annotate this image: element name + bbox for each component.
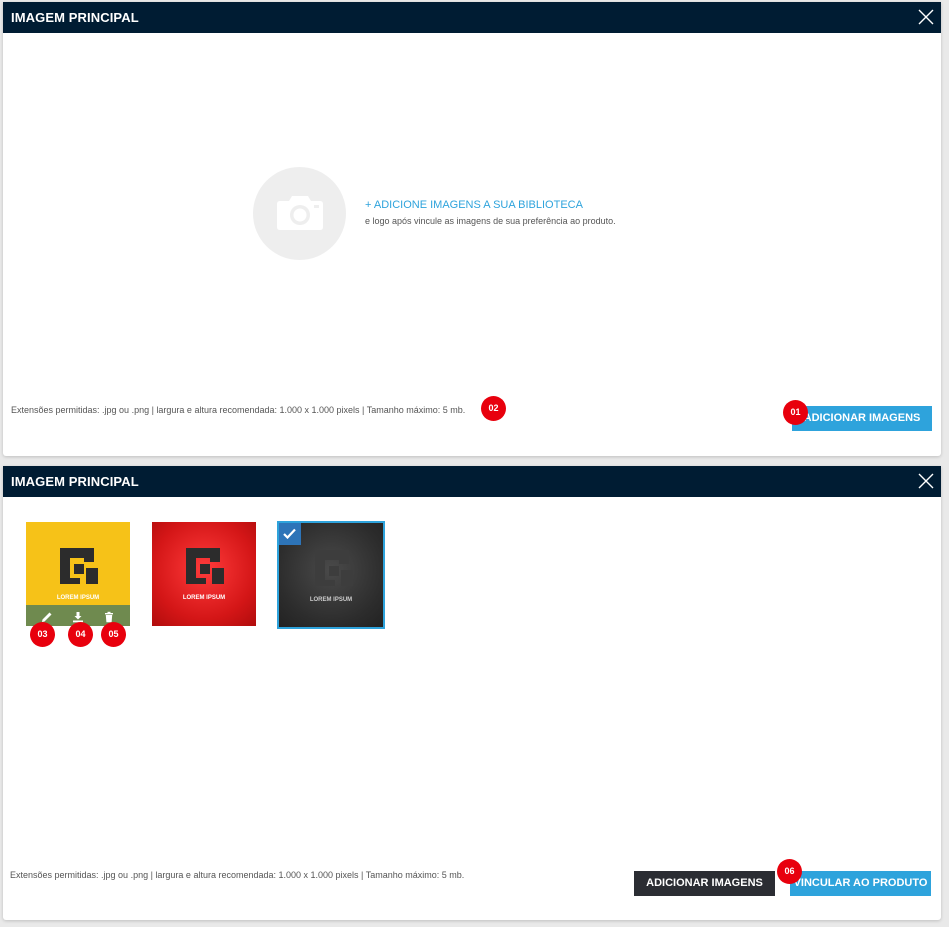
empty-state-circle [253, 167, 346, 260]
edit-icon[interactable] [41, 610, 53, 622]
camera-icon [277, 196, 323, 230]
panel-header: IMAGEM PRINCIPAL [3, 2, 941, 33]
add-images-button[interactable]: ADICIONAR IMAGENS [792, 406, 932, 431]
check-icon [283, 528, 296, 539]
image-thumbnail[interactable]: LOREM IPSUM [26, 522, 130, 626]
thumbnail-caption: LOREM IPSUM [182, 595, 226, 601]
close-icon[interactable] [917, 8, 935, 26]
annotation-badge-06: 06 [777, 859, 802, 884]
panel-header: IMAGEM PRINCIPAL [3, 466, 941, 497]
download-icon[interactable] [72, 610, 84, 622]
logo-mark [60, 548, 98, 584]
logo-mark [315, 550, 353, 586]
annotation-badge-02: 02 [481, 396, 506, 421]
selected-check [279, 523, 301, 545]
thumbnail-caption: LOREM IPSUM [56, 595, 100, 601]
trash-icon[interactable] [103, 610, 115, 622]
annotation-badge-03: 03 [30, 622, 55, 647]
thumbnail-caption: LOREM IPSUM [309, 597, 353, 603]
close-icon[interactable] [917, 472, 935, 490]
annotation-badge-04: 04 [68, 622, 93, 647]
link-to-product-button[interactable]: VINCULAR AO PRODUTO [790, 871, 931, 896]
image-thumbnail-selected[interactable]: LOREM IPSUM [277, 521, 385, 629]
annotation-badge-05: 05 [101, 622, 126, 647]
image-library-panel-filled: IMAGEM PRINCIPAL LOREM IPSUM 03 04 05 LO… [3, 466, 941, 920]
panel-title: IMAGEM PRINCIPAL [11, 10, 139, 25]
logo-mark [186, 548, 224, 584]
allowed-extensions-info: Extensões permitidas: .jpg ou .png | lar… [10, 870, 465, 880]
add-images-button[interactable]: ADICIONAR IMAGENS [634, 871, 775, 896]
add-images-link[interactable]: + ADICIONE IMAGENS A SUA BIBLIOTECA [365, 199, 583, 211]
empty-state-subtext: e logo após vincule as imagens de sua pr… [365, 216, 616, 226]
panel-title: IMAGEM PRINCIPAL [11, 474, 139, 489]
image-thumbnail[interactable]: LOREM IPSUM [152, 522, 256, 626]
allowed-extensions-info: Extensões permitidas: .jpg ou .png | lar… [11, 405, 466, 415]
image-library-panel-empty: IMAGEM PRINCIPAL + ADICIONE IMAGENS A SU… [3, 2, 941, 456]
annotation-badge-01: 01 [783, 400, 808, 425]
